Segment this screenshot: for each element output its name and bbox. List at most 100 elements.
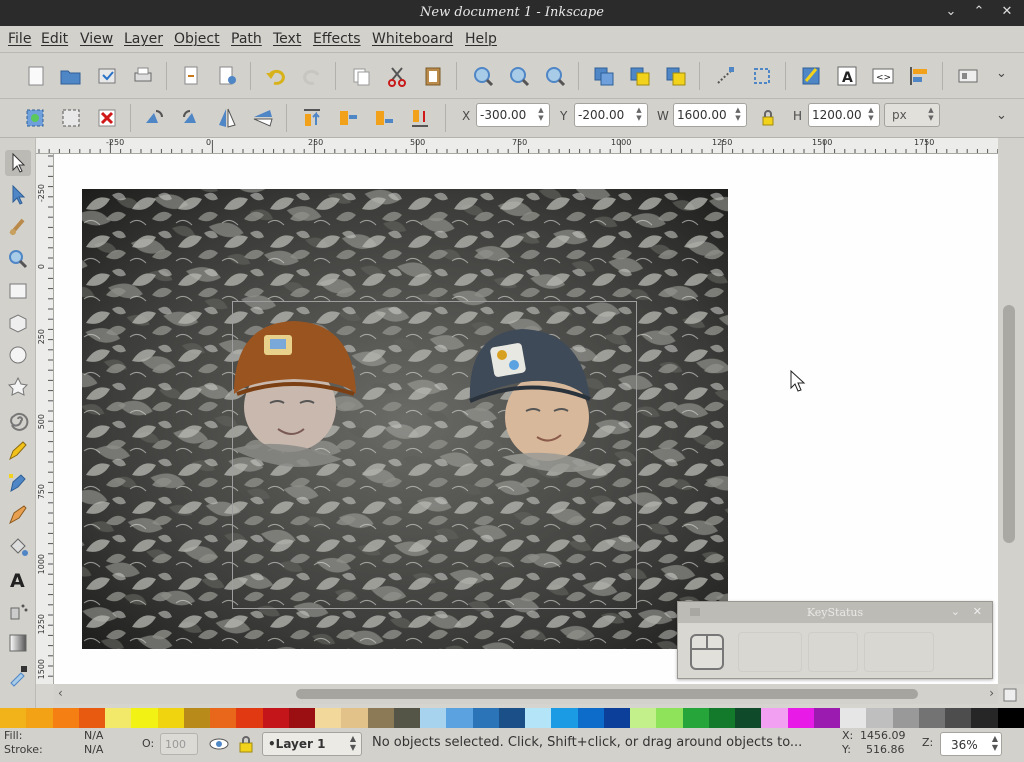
leaves-photo[interactable] xyxy=(82,189,728,649)
palette-swatch[interactable] xyxy=(603,708,630,728)
unit-arrows[interactable]: ▲ ▼ xyxy=(925,106,937,124)
pencil-tool-icon[interactable] xyxy=(5,438,31,464)
palette-swatch[interactable] xyxy=(183,708,210,728)
palette-swatch[interactable] xyxy=(498,708,525,728)
h-input[interactable] xyxy=(812,107,864,123)
fill-stroke-icon[interactable] xyxy=(798,63,824,89)
scroll-right-icon[interactable]: › xyxy=(989,686,994,700)
palette-swatch[interactable] xyxy=(341,708,368,728)
paste-icon[interactable] xyxy=(420,63,446,89)
copy-icon[interactable] xyxy=(348,63,374,89)
node-tool-icon[interactable] xyxy=(5,182,31,208)
palette-swatch[interactable] xyxy=(0,708,27,728)
zoom-drawing-icon[interactable] xyxy=(506,63,532,89)
y-input[interactable] xyxy=(578,107,632,123)
menu-view[interactable]: View xyxy=(80,31,113,47)
lower-to-bottom-icon[interactable] xyxy=(407,105,433,131)
box3d-tool-icon[interactable] xyxy=(5,310,31,336)
menu-help[interactable]: Help xyxy=(465,31,497,47)
zoom-fit-icon[interactable] xyxy=(1000,686,1020,704)
group-icon[interactable] xyxy=(627,63,653,89)
transform-icon[interactable] xyxy=(749,63,775,89)
palette-swatch[interactable] xyxy=(971,708,998,728)
star-tool-icon[interactable] xyxy=(5,374,31,400)
pen-tool-icon[interactable] xyxy=(5,470,31,496)
duplicate-icon[interactable] xyxy=(591,63,617,89)
layer-arrows[interactable]: ▲ ▼ xyxy=(350,734,356,752)
rectangle-tool-icon[interactable] xyxy=(5,278,31,304)
w-spin-arrows[interactable]: ▲ ▼ xyxy=(732,106,744,124)
rotate-cw-icon[interactable] xyxy=(178,105,204,131)
palette-swatch[interactable] xyxy=(656,708,683,728)
palette-swatch[interactable] xyxy=(367,708,394,728)
zoom-selection-icon[interactable] xyxy=(470,63,496,89)
cut-icon[interactable] xyxy=(384,63,410,89)
window-menu-icon[interactable] xyxy=(690,608,700,616)
flip-horizontal-icon[interactable] xyxy=(214,105,240,131)
palette-swatch[interactable] xyxy=(393,708,420,728)
menu-file[interactable]: File xyxy=(8,31,31,47)
menu-text[interactable]: Text xyxy=(273,31,301,47)
y-field[interactable]: ▲▼ xyxy=(574,103,648,127)
chevron-down-icon[interactable]: ⌄ xyxy=(942,4,960,22)
palette-swatch[interactable] xyxy=(866,708,893,728)
menu-object[interactable]: Object xyxy=(174,31,220,47)
flip-vertical-icon[interactable] xyxy=(250,105,276,131)
w-field[interactable]: ▲▼ xyxy=(673,103,747,127)
undo-icon[interactable] xyxy=(263,63,289,89)
lock-icon[interactable] xyxy=(236,734,256,754)
export-icon[interactable] xyxy=(214,63,240,89)
w-input[interactable] xyxy=(677,107,731,123)
x-field[interactable]: ▲▼ xyxy=(476,103,550,127)
xml-editor-icon[interactable]: <> xyxy=(870,63,896,89)
palette-swatch[interactable] xyxy=(840,708,867,728)
maximize-button[interactable]: ⌃ xyxy=(970,4,988,22)
palette-swatch[interactable] xyxy=(630,708,657,728)
zoom-field[interactable]: 36% ▲ ▼ xyxy=(940,732,1002,756)
palette-swatch[interactable] xyxy=(813,708,840,728)
palette-swatch[interactable] xyxy=(131,708,158,728)
palette-swatch[interactable] xyxy=(682,708,709,728)
spray-tool-icon[interactable] xyxy=(5,598,31,624)
palette-swatch[interactable] xyxy=(735,708,762,728)
close-button[interactable]: ✕ xyxy=(998,4,1016,22)
import-icon[interactable] xyxy=(178,63,204,89)
y-spin-arrows[interactable]: ▲ ▼ xyxy=(633,106,645,124)
zoom-tool-icon[interactable] xyxy=(5,246,31,272)
gradient-tool-icon[interactable] xyxy=(5,630,31,656)
menu-whiteboard[interactable]: Whiteboard xyxy=(372,31,453,47)
palette-swatch[interactable] xyxy=(105,708,132,728)
zoom-arrows[interactable]: ▲ ▼ xyxy=(992,734,998,752)
paint-bucket-tool-icon[interactable] xyxy=(5,534,31,560)
palette-swatch[interactable] xyxy=(892,708,919,728)
palette-swatch[interactable] xyxy=(26,708,53,728)
palette-swatch[interactable] xyxy=(551,708,578,728)
chevron-down-icon[interactable]: ⌄ xyxy=(996,66,1007,81)
palette-swatch[interactable] xyxy=(236,708,263,728)
scroll-left-icon[interactable]: ‹ xyxy=(58,686,63,700)
x-spin-arrows[interactable]: ▲ ▼ xyxy=(535,106,547,124)
open-folder-icon[interactable] xyxy=(58,63,84,89)
palette-swatch[interactable] xyxy=(52,708,79,728)
node-snap-icon[interactable] xyxy=(713,63,739,89)
lock-proportions-icon[interactable] xyxy=(755,105,781,131)
palette-swatch[interactable] xyxy=(945,708,972,728)
menu-layer[interactable]: Layer xyxy=(124,31,163,47)
new-document-icon[interactable] xyxy=(23,63,49,89)
redo-icon[interactable] xyxy=(299,63,325,89)
palette-swatch[interactable] xyxy=(918,708,945,728)
text-tool-icon[interactable]: A xyxy=(5,566,31,592)
deselect-icon[interactable] xyxy=(94,105,120,131)
palette-swatch[interactable] xyxy=(315,708,342,728)
menu-path[interactable]: Path xyxy=(231,31,262,47)
selector-tool-icon[interactable] xyxy=(5,150,31,176)
palette-swatch[interactable] xyxy=(446,708,473,728)
h-field[interactable]: ▲▼ xyxy=(808,103,880,127)
unit-select[interactable]: px ▲ ▼ xyxy=(884,103,940,127)
palette-swatch[interactable] xyxy=(525,708,552,728)
text-font-icon[interactable]: A xyxy=(834,63,860,89)
palette-swatch[interactable] xyxy=(997,708,1024,728)
palette-swatch[interactable] xyxy=(708,708,735,728)
eye-icon[interactable] xyxy=(208,734,230,754)
palette-swatch[interactable] xyxy=(157,708,184,728)
